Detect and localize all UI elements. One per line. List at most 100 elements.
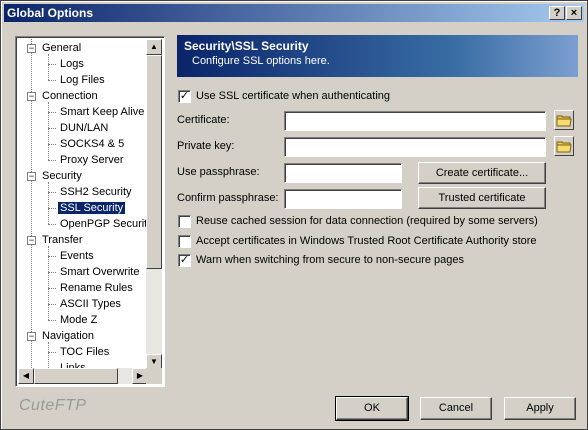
tree-item-ssl-security[interactable]: SSL Security bbox=[58, 200, 126, 216]
tree-item-label: SSH2 Security bbox=[60, 186, 132, 198]
tree-connector bbox=[48, 144, 56, 145]
tree-item-logs[interactable]: Logs bbox=[58, 56, 86, 72]
private-key-label: Private key: bbox=[177, 140, 235, 152]
check-icon: ✓ bbox=[179, 254, 190, 266]
tree-item-ssh2-security[interactable]: SSH2 Security bbox=[58, 184, 134, 200]
check-icon: ✓ bbox=[179, 90, 190, 102]
tree-item-label: Rename Rules bbox=[60, 282, 133, 294]
options-tree[interactable]: − General Logs Log Files − Connection Smart Ke… bbox=[15, 36, 165, 387]
collapse-icon[interactable]: − bbox=[27, 92, 36, 101]
confirm-passphrase-label: Confirm passphrase: bbox=[177, 192, 279, 204]
collapse-icon[interactable]: − bbox=[27, 236, 36, 245]
tree-connector bbox=[48, 80, 56, 81]
window-title: Global Options bbox=[7, 6, 93, 20]
title-bar[interactable]: Global Options ? × bbox=[4, 4, 584, 22]
tree-item-label: Connection bbox=[42, 90, 98, 102]
arrow-left-icon: ◀ bbox=[22, 371, 30, 380]
tree-item-events[interactable]: Events bbox=[58, 248, 96, 264]
accept-windows-certs-checkbox[interactable] bbox=[178, 235, 191, 248]
tree-item-openpgp-security[interactable]: OpenPGP Security bbox=[58, 216, 148, 232]
scroll-up-button[interactable]: ▲ bbox=[146, 39, 162, 55]
tree-item-mode-z[interactable]: Mode Z bbox=[58, 312, 99, 328]
tree-connector bbox=[48, 208, 56, 209]
collapse-icon[interactable]: − bbox=[27, 172, 36, 181]
certificate-input[interactable] bbox=[284, 111, 546, 131]
certificate-label: Certificate: bbox=[177, 114, 230, 126]
reuse-session-label[interactable]: Reuse cached session for data connection… bbox=[196, 215, 538, 227]
help-icon: ? bbox=[553, 7, 561, 19]
warn-switch-checkbox[interactable]: ✓ bbox=[178, 254, 191, 267]
collapse-icon[interactable]: − bbox=[27, 332, 36, 341]
browse-certificate-button[interactable] bbox=[554, 110, 574, 130]
tree-item-security[interactable]: Security bbox=[40, 168, 84, 184]
tree-item-toc-files[interactable]: TOC Files bbox=[58, 344, 111, 360]
ok-button[interactable]: OK bbox=[335, 396, 409, 421]
tree-connector bbox=[48, 288, 56, 289]
tree-item-navigation[interactable]: Navigation bbox=[40, 328, 96, 344]
tree-connector bbox=[48, 304, 56, 305]
brand-logo: CuteFTP bbox=[19, 397, 87, 414]
cancel-button[interactable]: Cancel bbox=[420, 397, 492, 420]
use-ssl-cert-checkbox[interactable]: ✓ bbox=[178, 90, 191, 103]
arrow-down-icon: ▼ bbox=[150, 357, 158, 366]
scroll-left-button[interactable]: ◀ bbox=[18, 368, 34, 384]
tree-item-smart-overwrite[interactable]: Smart Overwrite bbox=[58, 264, 141, 280]
folder-icon bbox=[556, 115, 572, 127]
use-ssl-cert-label[interactable]: Use SSL certificate when authenticating bbox=[196, 90, 390, 102]
tree-item-connection[interactable]: Connection bbox=[40, 88, 100, 104]
tree-item-label: Security bbox=[42, 170, 82, 182]
section-header: Security\SSL Security Configure SSL opti… bbox=[177, 35, 578, 77]
folder-icon bbox=[556, 141, 572, 153]
tree-item-transfer[interactable]: Transfer bbox=[40, 232, 85, 248]
scroll-thumb[interactable] bbox=[146, 55, 162, 269]
tree-item-label: Logs bbox=[60, 58, 84, 70]
tree-connector bbox=[48, 352, 56, 353]
close-button[interactable]: × bbox=[566, 6, 582, 20]
collapse-icon[interactable]: − bbox=[27, 44, 36, 53]
tree-connector bbox=[48, 320, 56, 321]
section-subtitle: Configure SSL options here. bbox=[192, 55, 330, 67]
tree-item-log-files[interactable]: Log Files bbox=[58, 72, 107, 88]
tree-connector bbox=[48, 272, 56, 273]
tree-item-label: SSL Security bbox=[58, 202, 126, 214]
tree-item-proxy-server[interactable]: Proxy Server bbox=[58, 152, 126, 168]
tree-item-label: Mode Z bbox=[60, 314, 98, 326]
trusted-certificate-button[interactable]: Trusted certificate bbox=[418, 187, 546, 209]
close-icon: × bbox=[570, 7, 578, 19]
use-passphrase-label: Use passphrase: bbox=[177, 166, 260, 178]
reuse-session-checkbox[interactable] bbox=[178, 215, 191, 228]
tree-item-label: Proxy Server bbox=[60, 154, 124, 166]
warn-switch-label[interactable]: Warn when switching from secure to non-s… bbox=[196, 254, 464, 266]
tree-item-rename-rules[interactable]: Rename Rules bbox=[58, 280, 135, 296]
tree-vertical-scrollbar[interactable]: ▲ ▼ bbox=[146, 39, 162, 370]
tree-connector bbox=[48, 192, 56, 193]
tree-item-socks4-5[interactable]: SOCKS4 & 5 bbox=[58, 136, 126, 152]
tree-item-general[interactable]: General bbox=[40, 40, 83, 56]
arrow-right-icon: ▶ bbox=[136, 371, 144, 380]
tree-branch-line bbox=[48, 54, 49, 80]
browse-private-key-button[interactable] bbox=[554, 136, 574, 156]
tree-item-label: Smart Keep Alive bbox=[60, 106, 145, 118]
accept-windows-certs-label[interactable]: Accept certificates in Windows Trusted R… bbox=[196, 235, 537, 247]
apply-button[interactable]: Apply bbox=[504, 397, 576, 420]
private-key-input[interactable] bbox=[284, 137, 546, 157]
section-title: Security\SSL Security bbox=[184, 39, 309, 53]
tree-item-label: Navigation bbox=[42, 330, 94, 342]
tree-horizontal-scrollbar[interactable]: ◀ ▶ bbox=[18, 368, 148, 384]
help-button[interactable]: ? bbox=[549, 6, 565, 20]
tree-item-label: Events bbox=[60, 250, 94, 262]
tree-branch-line bbox=[48, 342, 49, 370]
tree-item-dun-lan[interactable]: DUN/LAN bbox=[58, 120, 110, 136]
create-certificate-button[interactable]: Create certificate... bbox=[418, 162, 546, 184]
tree-item-label: Transfer bbox=[42, 234, 83, 246]
tree-item-smart-keep-alive[interactable]: Smart Keep Alive bbox=[58, 104, 146, 120]
confirm-passphrase-input[interactable] bbox=[284, 189, 402, 209]
tree-item-label: SOCKS4 & 5 bbox=[60, 138, 125, 150]
tree-connector bbox=[48, 64, 56, 65]
tree-item-label: DUN/LAN bbox=[60, 122, 109, 134]
tree-item-ascii-types[interactable]: ASCII Types bbox=[58, 296, 123, 312]
tree-item-label: ASCII Types bbox=[60, 298, 121, 310]
horizontal-scroll-thumb[interactable] bbox=[34, 368, 118, 384]
tree-trunk-line bbox=[31, 39, 32, 370]
use-passphrase-input[interactable] bbox=[284, 163, 402, 183]
